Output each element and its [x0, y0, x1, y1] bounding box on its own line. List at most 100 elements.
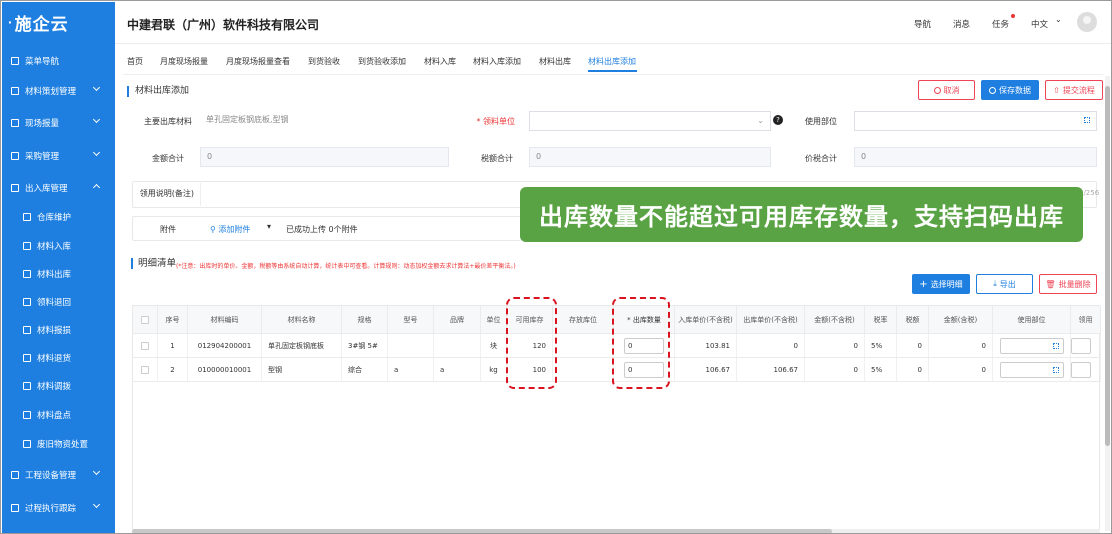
batch-delete-button[interactable]: 🗑 批量删除 — [1039, 274, 1097, 294]
chevron-down-icon — [92, 115, 101, 124]
avatar[interactable] — [1077, 12, 1097, 32]
tab-material-out[interactable]: 材料出库 — [539, 56, 571, 67]
sidebar-sub-outstock[interactable]: 材料出库 — [2, 264, 115, 284]
row-checkbox-cell[interactable] — [133, 334, 158, 358]
sidebar-item-purchase[interactable]: 采购管理 — [2, 145, 115, 167]
cancel-button[interactable]: 取消 — [918, 80, 975, 100]
copy-icon — [23, 354, 31, 362]
sidebar-item-equipment[interactable]: 工程设备管理 — [2, 464, 115, 486]
add-attachment-button[interactable]: ⚲ 添加附件 — [210, 224, 250, 235]
cell-in-price: 106.67 — [675, 358, 737, 382]
table-header: 入库单价(不含税) — [675, 306, 737, 334]
cell-in-price: 103.81 — [675, 334, 737, 358]
notification-dot — [1011, 14, 1015, 18]
table-header: 规格 — [342, 306, 388, 334]
use-dept-input[interactable] — [854, 111, 1097, 131]
sidebar-sub-warehouse[interactable]: 仓库维护 — [2, 207, 115, 227]
tab-monthly-report[interactable]: 月度现场报量 — [160, 56, 208, 67]
nav-link[interactable]: 导航 — [914, 18, 931, 30]
grid-select-icon — [1052, 366, 1059, 373]
report-icon — [11, 119, 19, 127]
cell-out-price: 106.67 — [737, 358, 805, 382]
scrollbar-thumb[interactable] — [132, 529, 832, 533]
sidebar-sub-inventory[interactable]: 材料盘点 — [2, 405, 115, 425]
total-label: 价税合计 — [805, 154, 837, 163]
sidebar-menu-nav[interactable]: 菜单导航 — [2, 50, 115, 72]
grid-select-icon — [1084, 117, 1090, 123]
sidebar-sub-disposal[interactable]: 废旧物资处置 — [2, 434, 115, 454]
select-all-checkbox[interactable] — [141, 315, 149, 324]
help-icon[interactable]: ? — [773, 115, 783, 125]
cell-location — [553, 334, 614, 358]
unit-select[interactable]: ⌄ — [529, 111, 771, 131]
sidebar-sub-return[interactable]: 领料退回 — [2, 292, 115, 312]
tab-bar: 首页 月度现场报量 月度现场报量查看 到货验收 到货验收添加 材料入库 材料入库… — [115, 44, 1111, 74]
chevron-down-icon — [92, 467, 101, 476]
grid-icon — [11, 57, 19, 65]
plus-icon: + — [919, 278, 928, 290]
tab-home[interactable]: 首页 — [127, 56, 143, 67]
home-icon — [23, 270, 31, 278]
cell-unit: 块 — [481, 334, 507, 358]
tab-material-in-add[interactable]: 材料入库添加 — [473, 56, 521, 67]
header-checkbox-cell[interactable] — [133, 306, 158, 334]
tab-arrival-check[interactable]: 到货验收 — [308, 56, 340, 67]
row-checkbox-cell[interactable] — [133, 358, 158, 382]
scrollbar-thumb[interactable] — [1105, 86, 1110, 446]
tab-material-out-add[interactable]: 材料出库添加 — [588, 56, 636, 67]
row-checkbox[interactable] — [141, 365, 149, 374]
cell-brand: a — [434, 358, 481, 382]
table-header: 领用 — [1071, 306, 1101, 334]
cell-index: 1 — [158, 334, 188, 358]
sidebar-sub-transfer[interactable]: 材料调拨 — [2, 376, 115, 396]
doc-icon — [23, 326, 31, 334]
vertical-scrollbar[interactable] — [1105, 76, 1110, 531]
home-icon — [23, 213, 31, 221]
use-dept-picker[interactable] — [999, 337, 1064, 354]
extra-input[interactable] — [1071, 361, 1091, 378]
sidebar-item-inout[interactable]: 出入库管理 — [2, 177, 115, 199]
tasks-link[interactable]: 任务 — [992, 18, 1009, 30]
save-button[interactable]: 保存数据 — [981, 80, 1039, 100]
submit-process-button[interactable]: ⇧ 提交流程 — [1045, 80, 1103, 100]
sidebar-sub-refund[interactable]: 材料退货 — [2, 348, 115, 368]
cell-amount-tax: 0 — [929, 334, 993, 358]
main-material-value: 单孔固定板钢底板,型钢 — [200, 111, 449, 131]
chevron-down-icon — [92, 148, 101, 157]
sidebar-sub-loss[interactable]: 材料报损 — [2, 320, 115, 340]
table-header: 单位 — [481, 306, 507, 334]
export-button[interactable]: ⤓ 导出 — [976, 274, 1033, 294]
chevron-down-icon: ⌄ — [757, 116, 764, 125]
table-header: 存放库位 — [553, 306, 614, 334]
row-checkbox[interactable] — [141, 341, 149, 350]
language-select[interactable]: 中文 — [1031, 18, 1048, 30]
highlight-available-stock — [506, 297, 557, 389]
messages-link[interactable]: 消息 — [953, 18, 970, 30]
select-detail-button[interactable]: + 选择明细 — [912, 274, 970, 294]
amount-label: 金额合计 — [152, 154, 184, 163]
use-dept-picker[interactable] — [999, 361, 1064, 378]
cell-model — [388, 334, 434, 358]
table-header: 出库单价(不含税) — [737, 306, 805, 334]
sidebar: · 施企云 菜单导航 材料策划管理 现场报量 采购管理 出入库管理 仓库维护 材料… — [2, 2, 115, 533]
tab-arrival-check-add[interactable]: 到货验收添加 — [358, 56, 406, 67]
sidebar-item-plan[interactable]: 材料策划管理 — [2, 80, 115, 102]
chevron-up-icon — [92, 183, 101, 192]
tab-monthly-report-view[interactable]: 月度现场报量查看 — [226, 56, 290, 67]
warehouse-icon — [11, 184, 19, 192]
home-icon — [23, 242, 31, 250]
cell-unit: kg — [481, 358, 507, 382]
horizontal-scrollbar[interactable] — [132, 529, 1100, 533]
calendar-icon — [23, 440, 31, 448]
sidebar-item-report[interactable]: 现场报量 — [2, 112, 115, 134]
table-header: 型号 — [388, 306, 434, 334]
attachment-status: 已成功上传 0个附件 — [286, 225, 358, 234]
total-value: 0 — [854, 147, 1097, 167]
sidebar-sub-instock[interactable]: 材料入库 — [2, 236, 115, 256]
sidebar-item-tracking[interactable]: 过程执行跟踪 — [2, 497, 115, 519]
attachment-dropdown[interactable]: ▾ — [267, 222, 271, 231]
tab-material-in[interactable]: 材料入库 — [424, 56, 456, 67]
cell-tax: 0 — [897, 358, 929, 382]
attachment-label: 附件 — [160, 225, 176, 234]
extra-input[interactable] — [1071, 337, 1091, 354]
